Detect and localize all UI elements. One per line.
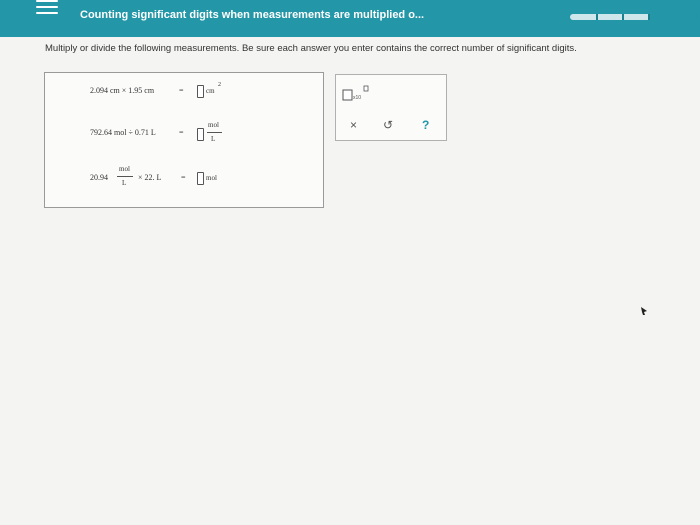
tool-panel: x10 × ↺ ?	[335, 74, 447, 141]
menu-icon[interactable]	[36, 0, 58, 14]
mouse-cursor-icon	[641, 307, 647, 315]
svg-text:x10: x10	[353, 95, 361, 101]
chevron-down-icon[interactable]	[84, 24, 100, 38]
problem-1-answer-input[interactable]	[197, 85, 204, 98]
page-title: Counting significant digits when measure…	[80, 9, 425, 21]
problem-1-exponent: 2	[218, 82, 221, 88]
problem-3-fraction-numerator: mol	[119, 165, 130, 173]
problem-2-answer-input[interactable]	[197, 128, 204, 141]
progress-segment	[650, 14, 698, 20]
help-button[interactable]: ?	[422, 119, 429, 131]
problem-3-answer-input[interactable]	[197, 172, 204, 185]
problem-3-equals: =	[181, 173, 186, 182]
problem-2-fraction-bar	[207, 132, 222, 133]
problem-1-unit: cm	[206, 87, 215, 95]
progress-bar	[570, 14, 698, 20]
problem-1-expression: 2.094 cm × 1.95 cm	[90, 86, 155, 95]
problem-2-unit-numerator: mol	[208, 121, 219, 129]
header-bar: Counting significant digits when measure…	[0, 0, 700, 37]
progress-segment	[624, 14, 648, 20]
problem-3-fraction-bar	[117, 176, 133, 177]
question-prompt: Multiply or divide the following measure…	[45, 43, 577, 54]
menu-icon-line	[36, 6, 58, 8]
problem-1-equals: =	[179, 86, 184, 95]
problem-3-multiplier: × 22. L	[138, 173, 162, 182]
problem-2-equals: =	[179, 128, 184, 137]
scientific-notation-icon[interactable]: x10	[342, 84, 370, 102]
undo-button[interactable]: ↺	[383, 119, 393, 131]
problem-3-coefficient: 20.94	[90, 173, 108, 182]
problem-2-unit-denominator: L	[211, 135, 216, 143]
progress-segment	[570, 14, 596, 20]
problem-3-unit: mol	[206, 174, 217, 182]
problem-2-expression: 792.64 mol ÷ 0.71 L	[90, 128, 156, 137]
problem-3-fraction-denominator: L	[122, 179, 127, 187]
menu-icon-line	[36, 0, 58, 2]
clear-button[interactable]: ×	[350, 119, 357, 131]
progress-segment	[598, 14, 622, 20]
answer-panel: 2.094 cm × 1.95 cm = cm 2 792.64 mol ÷ 0…	[44, 72, 324, 208]
menu-icon-line	[36, 12, 58, 14]
